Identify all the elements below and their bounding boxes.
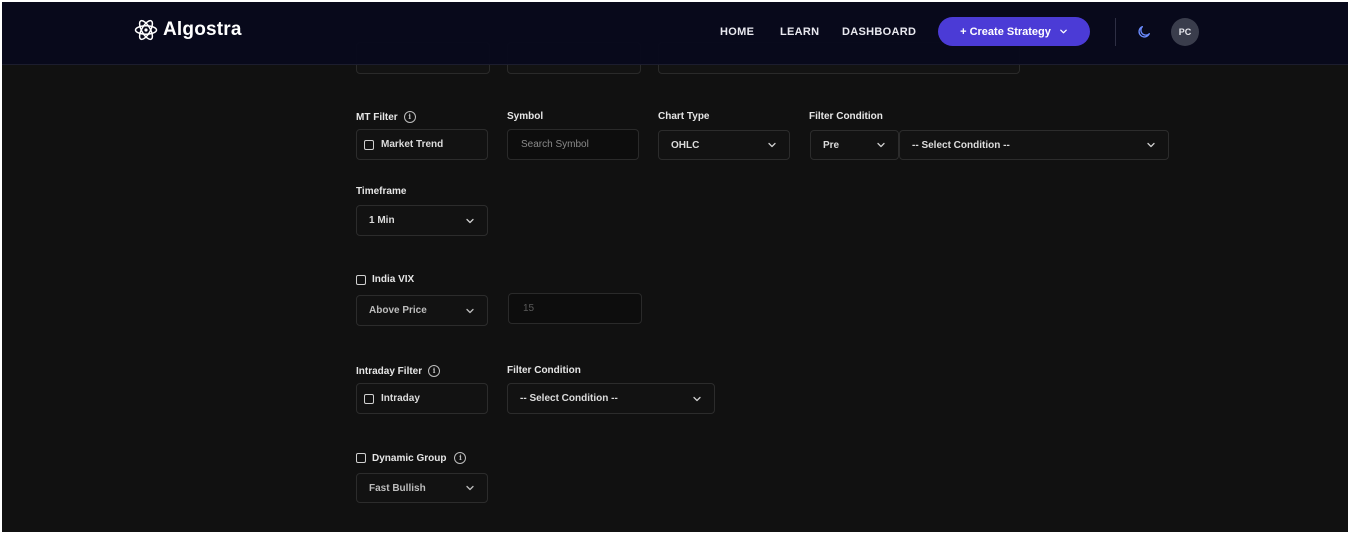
symbol-search-input[interactable] (507, 129, 639, 160)
chevron-down-icon (768, 142, 776, 148)
atom-icon (134, 19, 158, 41)
india-vix-label: India VIX (372, 274, 415, 285)
filter-condition-label: Filter Condition (809, 111, 883, 122)
chart-type-value: OHLC (671, 139, 700, 151)
market-trend-checkbox[interactable] (364, 139, 374, 150)
brand-name: Algostra (163, 19, 242, 40)
intraday-condition-value: -- Select Condition -- (520, 393, 618, 404)
chevron-down-icon (466, 218, 474, 223)
india-vix-checkbox[interactable] (356, 274, 366, 285)
app-frame: Algostra HOME LEARN DASHBOARD + Create S… (2, 2, 1348, 532)
dynamic-group-label: Dynamic Group (372, 452, 447, 464)
chart-type-select[interactable]: OHLC (658, 130, 790, 160)
pre-post-select[interactable]: Pre (810, 130, 899, 160)
mt-condition-select[interactable]: -- Select Condition -- (899, 130, 1169, 160)
create-strategy-label: + Create Strategy (960, 25, 1051, 38)
chevron-down-icon (1147, 142, 1155, 148)
pre-post-value: Pre (823, 139, 840, 151)
vix-value-input[interactable] (508, 293, 642, 324)
intraday-condition-label: Filter Condition (507, 365, 581, 376)
nav-link-learn[interactable]: LEARN (780, 26, 819, 38)
chevron-down-icon (466, 485, 474, 491)
mt-filter-label: MT Filter i (356, 111, 416, 123)
timeframe-select[interactable]: 1 Min (356, 205, 488, 236)
chevron-down-icon (466, 308, 474, 313)
india-vix-toggle[interactable]: India VIX (356, 274, 414, 285)
vix-comparison-select[interactable]: Above Price (356, 295, 488, 326)
market-trend-checkbox-field[interactable]: Market Trend (356, 129, 488, 160)
chevron-down-icon (1060, 29, 1067, 34)
dynamic-group-value: Fast Bullish (369, 482, 426, 494)
timeframe-value: 1 Min (369, 215, 395, 226)
intraday-condition-select[interactable]: -- Select Condition -- (507, 383, 715, 414)
moon-icon[interactable] (1136, 24, 1152, 40)
chevron-down-icon (693, 396, 701, 401)
nav-link-dashboard[interactable]: DASHBOARD (842, 26, 916, 38)
vix-comparison-value: Above Price (369, 305, 427, 316)
user-avatar[interactable]: PC (1171, 18, 1199, 46)
dynamic-group-select[interactable]: Fast Bullish (356, 473, 488, 503)
mt-filter-label-text: MT Filter (356, 111, 398, 123)
mt-condition-value: -- Select Condition -- (912, 139, 1010, 151)
chart-type-label: Chart Type (658, 111, 710, 122)
create-strategy-button[interactable]: + Create Strategy (938, 17, 1090, 46)
nav-link-home[interactable]: HOME (720, 26, 754, 38)
intraday-filter-label-text: Intraday Filter (356, 365, 423, 377)
nav-divider (1115, 18, 1116, 46)
info-icon[interactable]: i (428, 365, 441, 377)
dynamic-group-toggle[interactable]: Dynamic Group i (356, 452, 467, 464)
symbol-label: Symbol (507, 111, 544, 122)
intraday-checkbox[interactable] (364, 393, 374, 404)
info-icon[interactable]: i (403, 111, 416, 123)
intraday-filter-label: Intraday Filter i (356, 365, 441, 377)
dynamic-group-checkbox[interactable] (356, 453, 366, 463)
intraday-checkbox-field[interactable]: Intraday (356, 383, 488, 414)
info-icon[interactable]: i (454, 452, 467, 464)
brand-logo[interactable]: Algostra (134, 18, 242, 42)
chevron-down-icon (877, 142, 885, 148)
market-trend-label: Market Trend (381, 139, 444, 150)
timeframe-label: Timeframe (356, 186, 407, 197)
intraday-label: Intraday (381, 393, 420, 404)
top-navbar: Algostra HOME LEARN DASHBOARD + Create S… (2, 2, 1348, 65)
